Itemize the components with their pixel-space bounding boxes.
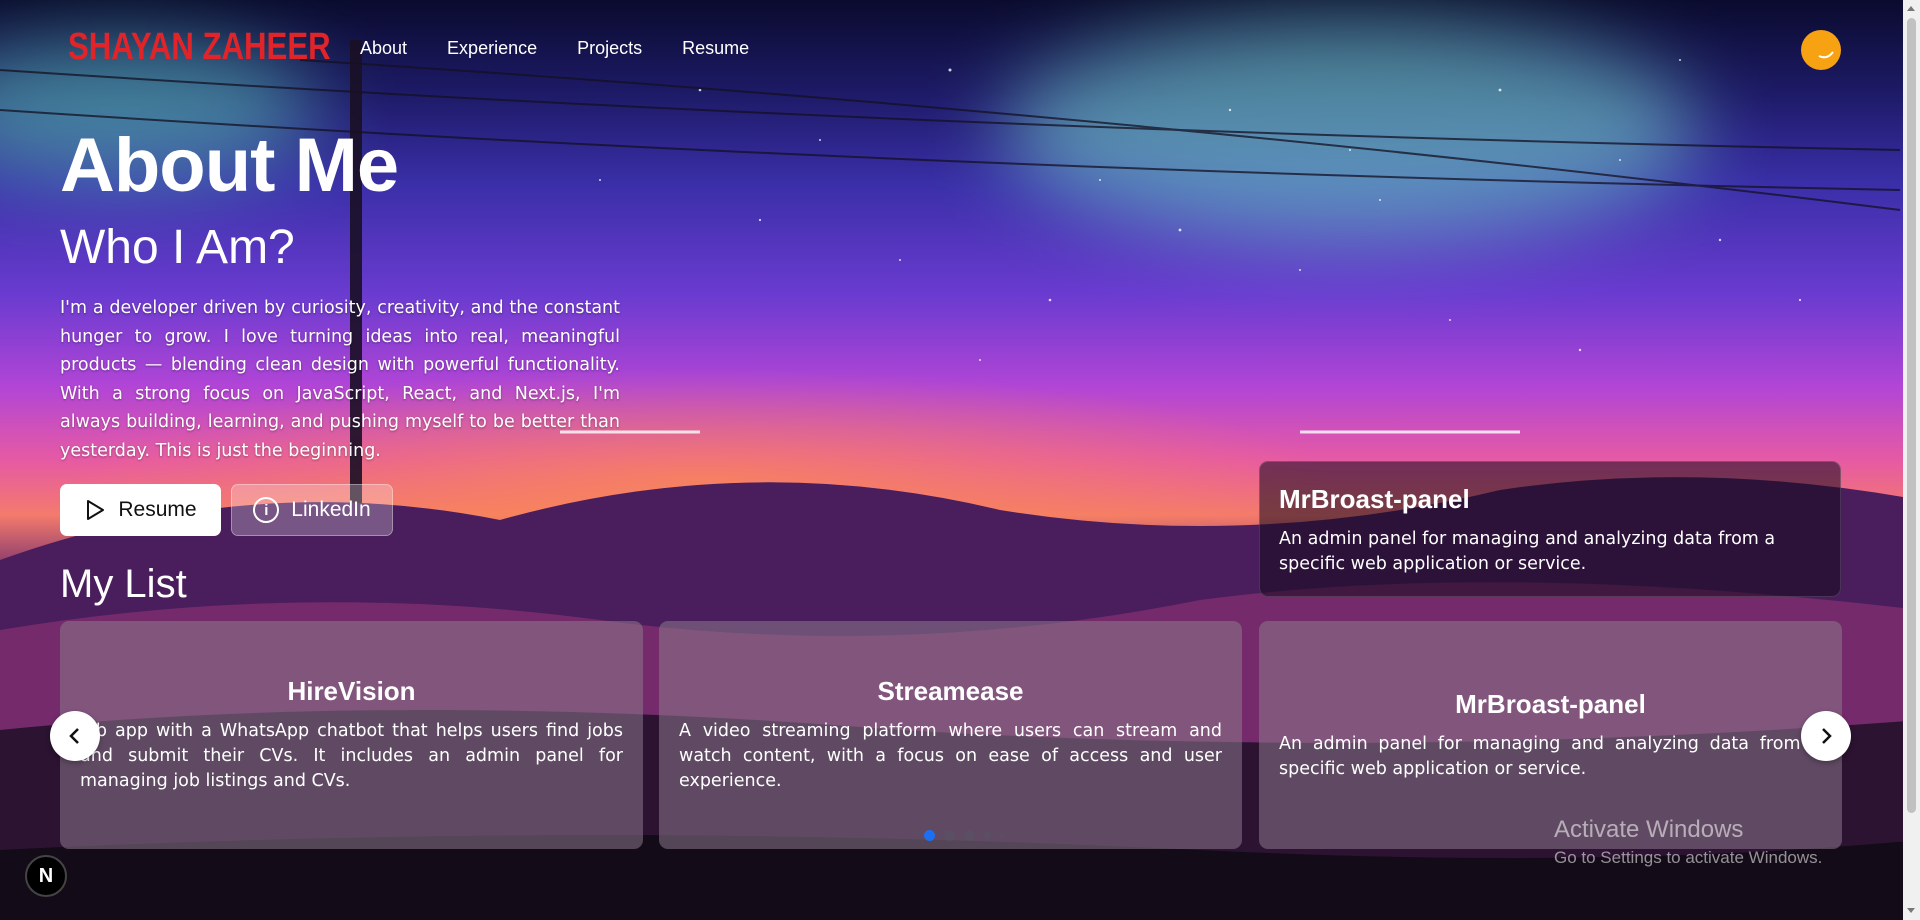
carousel-dot[interactable]	[984, 832, 991, 839]
page-subtitle: Who I Am?	[60, 221, 295, 274]
carousel-dot[interactable]	[964, 830, 975, 841]
carousel-prev-button[interactable]	[50, 711, 100, 761]
page-title: About Me	[60, 123, 399, 208]
windows-activation-watermark: Activate Windows Go to Settings to activ…	[1554, 816, 1822, 868]
card-title: Streamease	[877, 676, 1024, 706]
featured-card[interactable]: MrBroast-panel An admin panel for managi…	[1259, 461, 1841, 597]
resume-button-label: Resume	[118, 498, 197, 521]
carousel-next-button[interactable]	[1801, 711, 1851, 761]
carousel-dots	[924, 830, 1004, 841]
featured-description: An admin panel for managing and analyzin…	[1279, 529, 1776, 574]
card-description: Job app with a WhatsApp chatbot that hel…	[80, 721, 623, 791]
scrollbar-thumb[interactable]	[1907, 18, 1916, 813]
bio-text: I'm a developer driven by curiosity, cre…	[60, 298, 620, 461]
nav-item-resume[interactable]: Resume	[682, 38, 749, 59]
main-nav: About Experience Projects Resume	[360, 38, 749, 59]
scroll-up-arrow-icon[interactable]	[1907, 6, 1915, 11]
nextjs-badge[interactable]: N	[25, 855, 67, 897]
play-icon	[87, 500, 105, 520]
card-title: MrBroast-panel	[1455, 688, 1646, 719]
watermark-title: Activate Windows	[1554, 816, 1744, 843]
card-description: A video streaming platform where users c…	[679, 721, 1222, 791]
avatar[interactable]	[1801, 30, 1841, 70]
nav-item-projects[interactable]: Projects	[577, 38, 642, 59]
vertical-scrollbar[interactable]	[1903, 0, 1920, 920]
smiley-icon	[1818, 51, 1834, 59]
carousel-dot[interactable]	[944, 830, 955, 841]
project-card[interactable]: Streamease A video streaming platform wh…	[659, 621, 1242, 849]
chevron-right-icon	[1822, 728, 1832, 744]
carousel-dot[interactable]	[1000, 833, 1004, 838]
featured-title: MrBroast-panel	[1279, 484, 1470, 514]
site-logo[interactable]: SHAYAN ZAHEER	[68, 26, 331, 69]
carousel-dot[interactable]	[924, 830, 935, 841]
watermark-subtitle: Go to Settings to activate Windows.	[1554, 848, 1823, 867]
project-card[interactable]: HireVision Job app with a WhatsApp chatb…	[60, 621, 643, 849]
chevron-left-icon	[69, 728, 79, 744]
info-icon: i	[253, 497, 280, 523]
resume-button[interactable]: Resume	[60, 484, 221, 536]
nav-item-about[interactable]: About	[360, 38, 407, 59]
nav-item-experience[interactable]: Experience	[447, 38, 537, 59]
scroll-down-arrow-icon[interactable]	[1907, 908, 1915, 913]
card-title: HireVision	[287, 676, 416, 706]
list-heading: My List	[60, 562, 187, 606]
project-card[interactable]: MrBroast-panel An admin panel for managi…	[1259, 621, 1842, 849]
card-description: An admin panel for managing and analyzin…	[1279, 733, 1822, 779]
nebula-cloud	[1000, 20, 1700, 240]
linkedin-button[interactable]: i LinkedIn	[231, 484, 393, 536]
linkedin-button-label: LinkedIn	[291, 498, 371, 521]
